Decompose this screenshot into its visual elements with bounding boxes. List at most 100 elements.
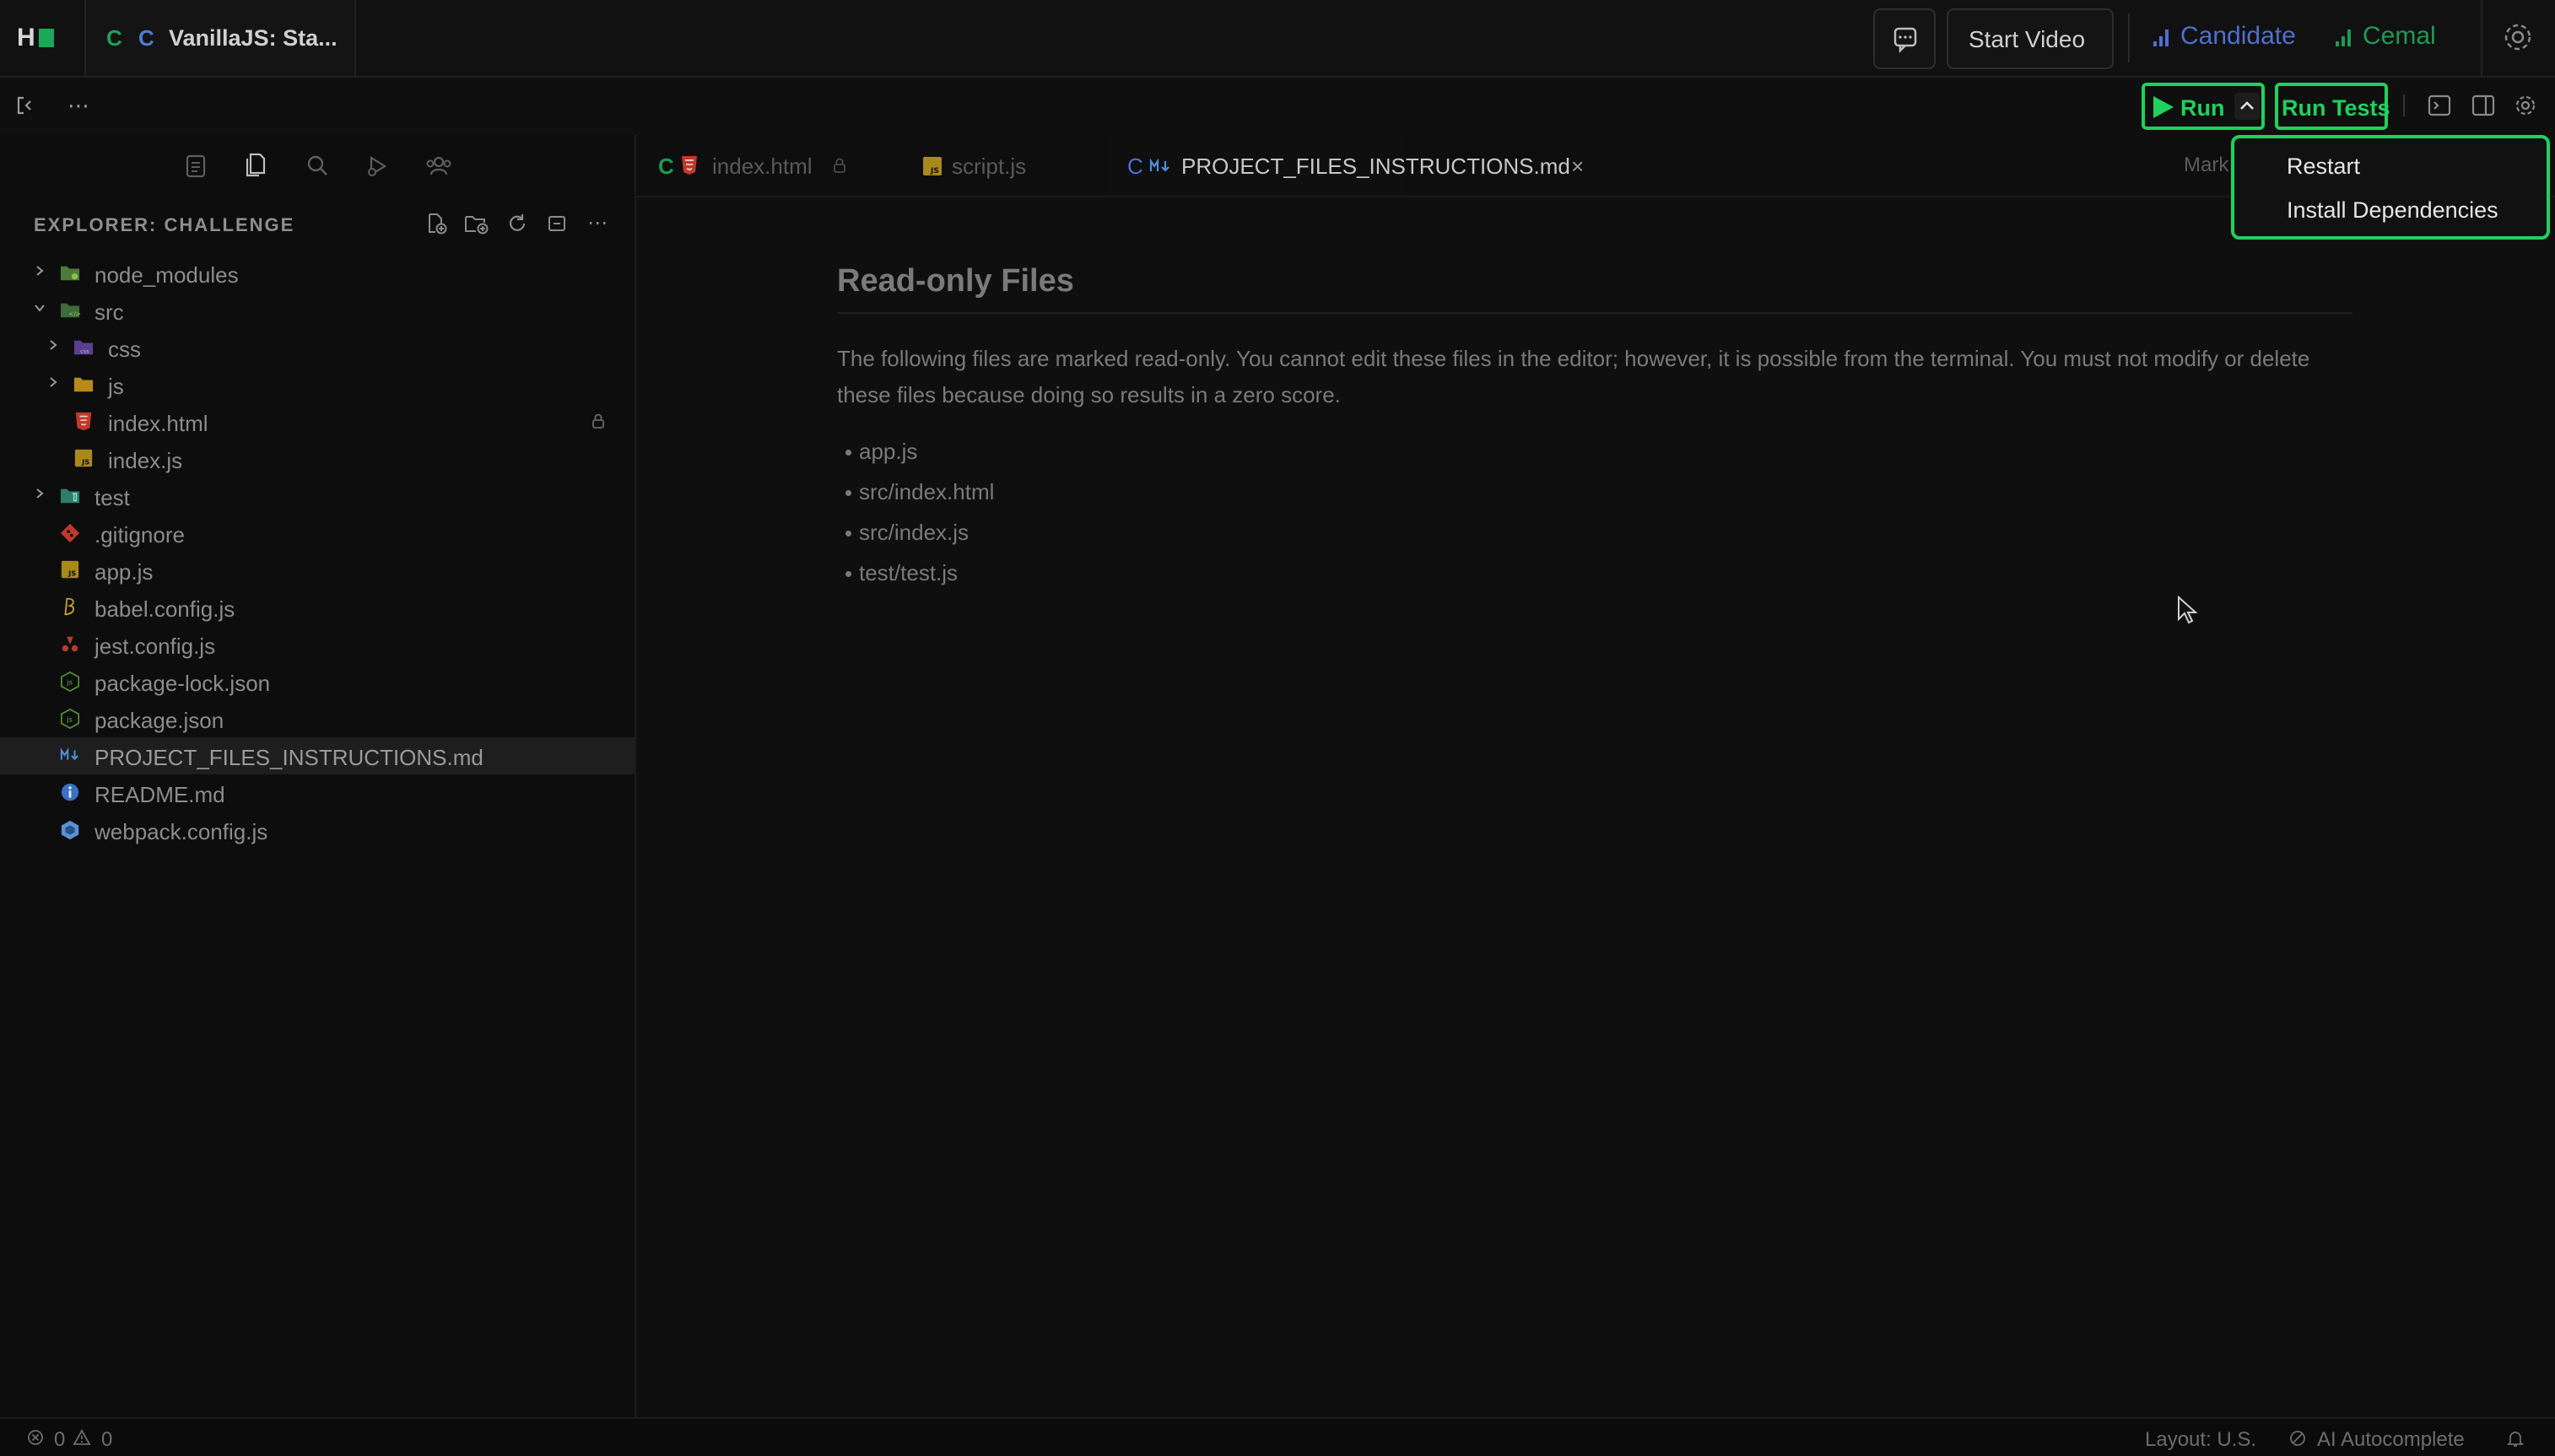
refresh-explorer-button[interactable] xyxy=(506,213,528,235)
tab-script-js[interactable]: JS script.js xyxy=(881,135,1109,196)
header-divider xyxy=(2481,0,2482,76)
chevron-down-icon xyxy=(35,305,45,312)
svg-text:css: css xyxy=(80,348,89,354)
file-tree-item[interactable]: JS app.js xyxy=(0,552,635,589)
ai-autocomplete-toggle[interactable]: AI Autocomplete xyxy=(2317,1428,2465,1452)
tab-label: index.html xyxy=(712,154,813,179)
menu-item-install-dependencies[interactable]: Install Dependencies xyxy=(2287,197,2498,224)
logo-mark xyxy=(39,29,54,47)
new-file-button[interactable] xyxy=(425,213,447,235)
gear-icon xyxy=(2504,24,2531,51)
close-tab-button[interactable]: × xyxy=(1571,154,1595,179)
files-icon[interactable] xyxy=(243,152,267,177)
run-tests-label: Run Tests xyxy=(2282,95,2390,121)
close-icon: × xyxy=(1571,154,1585,179)
menu-item-restart[interactable]: Restart xyxy=(2287,154,2360,180)
file-tree-item[interactable]: js package.json xyxy=(0,700,635,737)
new-file-icon xyxy=(429,213,447,235)
tab-label: PROJECT_FILES_INSTRUCTIONS.md xyxy=(1181,154,1570,179)
split-panel-icon xyxy=(2471,94,2495,116)
bell-icon[interactable] xyxy=(2506,1429,2525,1448)
file-tree-item[interactable]: css css xyxy=(0,329,635,366)
file-tree-label: package.json xyxy=(95,708,224,733)
file-tree-item[interactable]: PROJECT_FILES_INSTRUCTIONS.md xyxy=(0,737,635,774)
chat-button[interactable] xyxy=(1873,8,1936,69)
run-tests-button[interactable]: Run Tests xyxy=(2275,83,2390,130)
tab-label: script.js xyxy=(952,154,1027,179)
app-logo[interactable]: H xyxy=(17,24,57,52)
error-count[interactable]: 0 xyxy=(54,1428,65,1452)
file-tree-item[interactable]: JS index.js xyxy=(0,440,635,477)
tab-editor-prefix: C xyxy=(658,154,674,179)
new-folder-button[interactable] xyxy=(464,213,489,235)
run-options-button[interactable] xyxy=(2234,93,2260,120)
file-tree-item[interactable]: js xyxy=(0,366,635,403)
js-file-icon: JS xyxy=(61,560,79,579)
babel-file-icon xyxy=(64,597,75,616)
warning-count[interactable]: 0 xyxy=(101,1428,112,1452)
file-tree-item[interactable]: js package-lock.json xyxy=(0,663,635,700)
interviewer-indicator[interactable]: Cemal xyxy=(2336,22,2436,51)
split-editor-button[interactable] xyxy=(2471,93,2496,118)
git-file-icon xyxy=(60,523,80,543)
new-folder-icon xyxy=(465,216,489,235)
header-divider xyxy=(2128,13,2130,62)
svg-text:js: js xyxy=(66,715,73,724)
chevron-right-icon xyxy=(50,340,57,350)
keyboard-layout[interactable]: Layout: U.S. xyxy=(2145,1428,2256,1452)
file-tree-item[interactable]: test xyxy=(0,477,635,515)
chat-icon xyxy=(1893,27,1917,54)
collaborators-icon[interactable] xyxy=(425,154,452,177)
search-icon[interactable] xyxy=(305,154,329,177)
file-tree-label: test xyxy=(95,485,130,510)
toggle-sidebar-button[interactable] xyxy=(15,94,35,116)
terminal-button[interactable] xyxy=(2427,93,2452,118)
svg-text:</>: </> xyxy=(68,310,81,317)
node-file-icon: js xyxy=(60,709,80,729)
file-tree-label: index.html xyxy=(108,411,208,436)
run-debug-icon[interactable] xyxy=(365,154,390,179)
file-tree-item[interactable]: node_modules xyxy=(0,255,635,292)
file-tree-item[interactable]: babel.config.js xyxy=(0,589,635,626)
html-file-icon xyxy=(682,156,697,175)
tab-index-html[interactable]: C index.html xyxy=(636,135,881,196)
jest-file-icon xyxy=(62,636,78,652)
notes-icon[interactable] xyxy=(184,154,208,179)
workspace-tab[interactable]: C C VanillaJS: Sta... xyxy=(84,0,356,76)
file-tree-item[interactable]: webpack.config.js xyxy=(0,812,635,849)
terminal-icon xyxy=(2428,94,2451,116)
file-tree-item[interactable]: README.md xyxy=(0,774,635,812)
explorer-more-button[interactable]: ⋯ xyxy=(587,211,609,235)
list-item: app.js xyxy=(845,439,918,464)
file-tree-label: app.js xyxy=(95,559,154,585)
file-tree-item[interactable]: index.html xyxy=(0,403,635,440)
file-tree-label: babel.config.js xyxy=(95,596,235,622)
status-bar: 0 0 Layout: U.S. AI Autocomplete xyxy=(0,1417,2555,1456)
editor-settings-button[interactable] xyxy=(2513,93,2538,118)
file-tree-item[interactable]: jest.config.js xyxy=(0,626,635,663)
file-tree-label: node_modules xyxy=(95,262,239,288)
chevron-right-icon xyxy=(50,377,57,387)
ellipsis-icon: ⋯ xyxy=(68,93,89,118)
workspace-prefix-candidate: C xyxy=(106,25,122,51)
file-tree-label: webpack.config.js xyxy=(95,819,268,844)
candidate-label: Candidate xyxy=(2180,22,2296,50)
signal-bars-icon xyxy=(2153,28,2172,47)
file-tree-label: PROJECT_FILES_INSTRUCTIONS.md xyxy=(95,745,483,770)
file-tree-item[interactable]: </> src xyxy=(0,292,635,329)
more-menu-button[interactable]: ⋯ xyxy=(68,93,93,118)
candidate-indicator[interactable]: Candidate xyxy=(2153,22,2296,51)
file-tree-label: package-lock.json xyxy=(95,671,271,696)
settings-button[interactable] xyxy=(2499,19,2536,56)
warning-icon xyxy=(73,1429,91,1445)
refresh-icon xyxy=(509,214,526,231)
run-button[interactable]: Run xyxy=(2142,83,2265,130)
tab-project-files-instructions[interactable]: C PROJECT_FILES_INSTRUCTIONS.md xyxy=(1109,135,1570,196)
file-tree-item[interactable]: .gitignore xyxy=(0,515,635,552)
svg-text:JS: JS xyxy=(930,167,939,175)
document-paragraph: The following files are marked read-only… xyxy=(837,346,2310,407)
markdown-preview-label[interactable]: Mark xyxy=(2184,154,2228,177)
collapse-folders-button[interactable] xyxy=(547,213,569,235)
interviewer-label: Cemal xyxy=(2363,22,2436,50)
start-video-button[interactable]: Start Video xyxy=(1947,8,2114,69)
